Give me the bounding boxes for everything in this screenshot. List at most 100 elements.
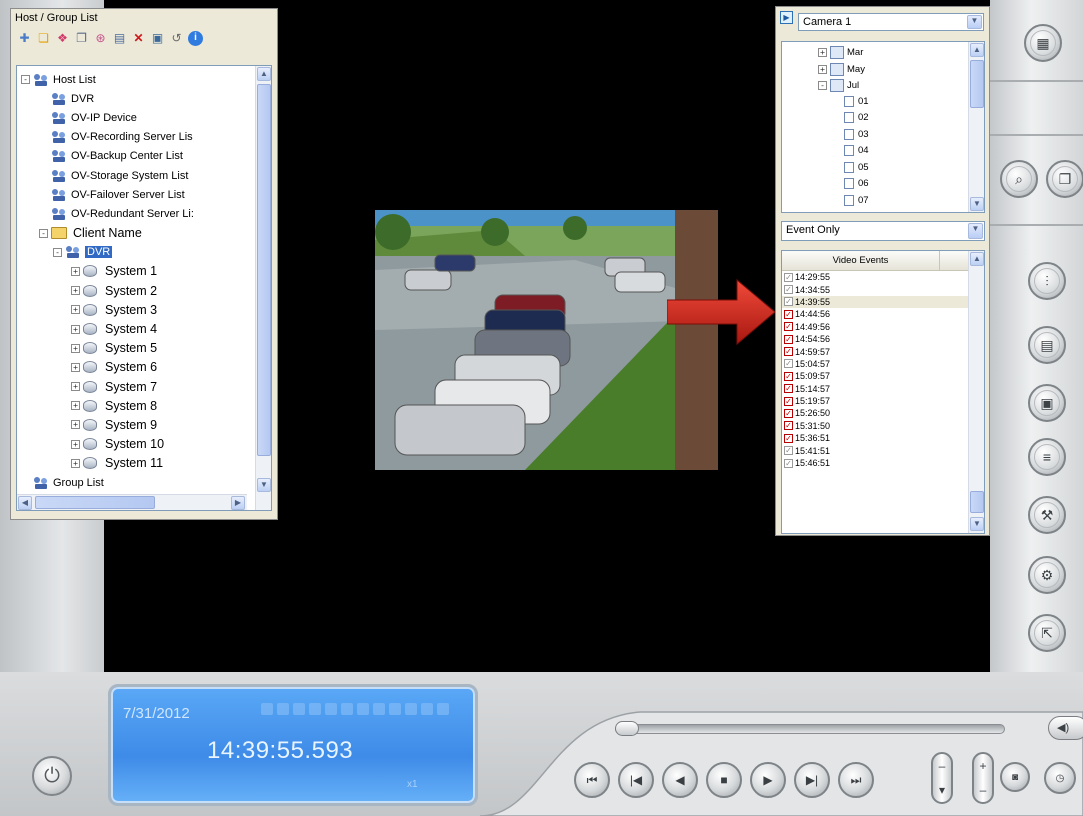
scroll-thumb[interactable] bbox=[970, 60, 984, 108]
events-scrollbar[interactable]: ▲ ▼ bbox=[968, 251, 984, 533]
expand-icon[interactable]: + bbox=[71, 286, 80, 296]
expand-icon[interactable]: + bbox=[71, 343, 80, 353]
event-row[interactable]: ✓ 15:26:50 bbox=[782, 407, 968, 419]
save-button[interactable]: ▤ bbox=[1028, 326, 1066, 364]
expand-icon[interactable]: + bbox=[71, 324, 80, 334]
event-row[interactable]: ✓ 15:09:57 bbox=[782, 370, 968, 382]
scroll-right-icon[interactable]: ▶ bbox=[231, 496, 245, 510]
stop-button[interactable]: ■ bbox=[706, 762, 742, 798]
expand-icon[interactable]: + bbox=[71, 362, 80, 372]
scroll-left-icon[interactable]: ◀ bbox=[18, 496, 32, 510]
tree-item[interactable]: + System 4 bbox=[17, 319, 247, 338]
event-row[interactable]: ✓ 15:04:57 bbox=[782, 358, 968, 370]
tree-item[interactable]: + System 11 bbox=[17, 454, 247, 473]
month-node[interactable]: + May bbox=[818, 62, 865, 76]
day-node[interactable]: 07 bbox=[844, 194, 869, 206]
layout-button[interactable]: ▦ bbox=[1024, 24, 1062, 62]
scroll-thumb[interactable] bbox=[257, 84, 271, 456]
expand-icon[interactable]: + bbox=[71, 382, 80, 392]
collapse-icon[interactable]: - bbox=[21, 75, 30, 85]
chevron-down-icon[interactable]: ▼ bbox=[967, 15, 982, 29]
event-row[interactable]: ✓ 14:44:56 bbox=[782, 308, 968, 320]
expand-icon[interactable]: + bbox=[71, 305, 80, 315]
tree-item[interactable]: + System 8 bbox=[17, 396, 247, 415]
event-filter-select[interactable]: Event Only ▼ bbox=[781, 221, 985, 241]
event-checkbox[interactable]: ✓ bbox=[784, 285, 793, 295]
tree-item[interactable]: - Client Name bbox=[17, 224, 247, 243]
export-button[interactable]: ▣ bbox=[1028, 384, 1066, 422]
event-checkbox[interactable]: ✓ bbox=[784, 347, 793, 357]
day-node[interactable]: 05 bbox=[844, 161, 869, 173]
month-node[interactable]: - Jul bbox=[818, 79, 859, 92]
event-checkbox[interactable]: ✓ bbox=[784, 272, 793, 282]
info-icon[interactable]: i bbox=[188, 30, 203, 46]
expand-icon[interactable]: + bbox=[71, 401, 80, 411]
event-checkbox[interactable]: ✓ bbox=[784, 371, 793, 381]
event-row[interactable]: ✓ 15:14:57 bbox=[782, 383, 968, 395]
collapse-icon[interactable]: - bbox=[53, 247, 62, 257]
event-checkbox[interactable]: ✓ bbox=[784, 421, 793, 431]
scroll-down-icon[interactable]: ▼ bbox=[970, 517, 984, 531]
tree-item[interactable]: + System 6 bbox=[17, 358, 247, 377]
scroll-up-icon[interactable]: ▲ bbox=[970, 43, 984, 57]
tree-item[interactable]: + System 1 bbox=[17, 262, 247, 281]
print-button[interactable]: ≡ bbox=[1028, 438, 1066, 476]
tree-item[interactable]: + System 3 bbox=[17, 300, 247, 319]
tree-item[interactable]: DVR bbox=[17, 89, 247, 108]
rewind-button[interactable]: ◀ bbox=[662, 762, 698, 798]
event-checkbox[interactable]: ✓ bbox=[784, 384, 793, 394]
event-row[interactable]: ✓ 15:46:51 bbox=[782, 457, 968, 469]
day-node[interactable]: 02 bbox=[844, 112, 869, 123]
tree-item[interactable]: Group List bbox=[17, 473, 247, 492]
tree-item[interactable]: OV-Failover Server List bbox=[17, 185, 247, 204]
previous-button[interactable]: |◀ bbox=[618, 762, 654, 798]
next-button[interactable]: ▶| bbox=[794, 762, 830, 798]
tree-item[interactable]: OV-Redundant Server Li: bbox=[17, 204, 247, 223]
event-row[interactable]: ✓ 14:49:56 bbox=[782, 321, 968, 333]
event-checkbox[interactable]: ✓ bbox=[784, 359, 793, 369]
tree-item[interactable]: + System 10 bbox=[17, 435, 247, 454]
clock-button[interactable]: ◷ bbox=[1044, 762, 1076, 794]
collapse-icon[interactable]: - bbox=[39, 228, 48, 238]
tree-item[interactable]: + System 5 bbox=[17, 339, 247, 358]
chevron-down-icon[interactable]: ▼ bbox=[968, 223, 983, 239]
mixer-button[interactable]: ⫶ bbox=[1028, 262, 1066, 300]
tree-horizontal-scrollbar[interactable]: ◀ ▶ bbox=[17, 494, 247, 510]
fast-forward-button[interactable]: ⏭ bbox=[838, 762, 874, 798]
event-row[interactable]: ✓ 14:54:56 bbox=[782, 333, 968, 345]
settings-button[interactable]: ⚙ bbox=[1028, 556, 1066, 594]
event-row[interactable]: ✓ 14:29:55 bbox=[782, 271, 968, 283]
event-checkbox[interactable]: ✓ bbox=[784, 446, 793, 456]
copy-button[interactable]: ❐ bbox=[1046, 160, 1083, 198]
event-row[interactable]: ✓ 14:39:55 bbox=[782, 295, 968, 309]
fast-rewind-button[interactable]: ⏮ bbox=[574, 762, 610, 798]
expand-icon[interactable]: + bbox=[71, 420, 80, 430]
expand-icon[interactable]: + bbox=[818, 48, 827, 57]
seek-bar[interactable] bbox=[615, 724, 1005, 734]
tree-item[interactable]: + System 2 bbox=[17, 281, 247, 300]
event-checkbox[interactable]: ✓ bbox=[784, 334, 793, 344]
scroll-down-icon[interactable]: ▼ bbox=[970, 197, 984, 211]
video-events-list[interactable]: Video Events ✓ 14:29:55 ✓ 14:34:55 ✓ 14:39:55… bbox=[781, 250, 985, 534]
scroll-up-icon[interactable]: ▲ bbox=[970, 252, 984, 266]
event-row[interactable]: ✓ 15:41:51 bbox=[782, 444, 968, 456]
seek-knob[interactable] bbox=[615, 721, 639, 736]
power-button[interactable]: ⏻ bbox=[32, 756, 72, 796]
day-node[interactable]: 03 bbox=[844, 128, 869, 140]
events-header[interactable]: Video Events bbox=[782, 251, 968, 271]
exit-button[interactable]: ⇱ bbox=[1028, 614, 1066, 652]
date-tree-scrollbar[interactable]: ▲ ▼ bbox=[968, 42, 984, 212]
event-row[interactable]: ✓ 14:59:57 bbox=[782, 345, 968, 357]
tree-item[interactable]: OV-IP Device bbox=[17, 108, 247, 127]
refresh-icon[interactable]: ↺ bbox=[169, 31, 184, 46]
event-checkbox[interactable]: ✓ bbox=[784, 396, 793, 406]
volume-button[interactable]: ◀) bbox=[1048, 716, 1083, 740]
expand-icon[interactable]: + bbox=[818, 64, 827, 74]
event-row[interactable]: ✓ 14:34:55 bbox=[782, 283, 968, 295]
host-tree[interactable]: - Host List DVR OV-IP Device OV-Recording Se… bbox=[16, 65, 272, 511]
expand-icon[interactable]: + bbox=[71, 458, 80, 468]
search-button[interactable]: ⌕ bbox=[1000, 160, 1038, 198]
scroll-thumb[interactable] bbox=[970, 491, 984, 513]
copy-icon[interactable]: ❐ bbox=[74, 31, 89, 46]
tree-item[interactable]: + System 9 bbox=[17, 415, 247, 434]
